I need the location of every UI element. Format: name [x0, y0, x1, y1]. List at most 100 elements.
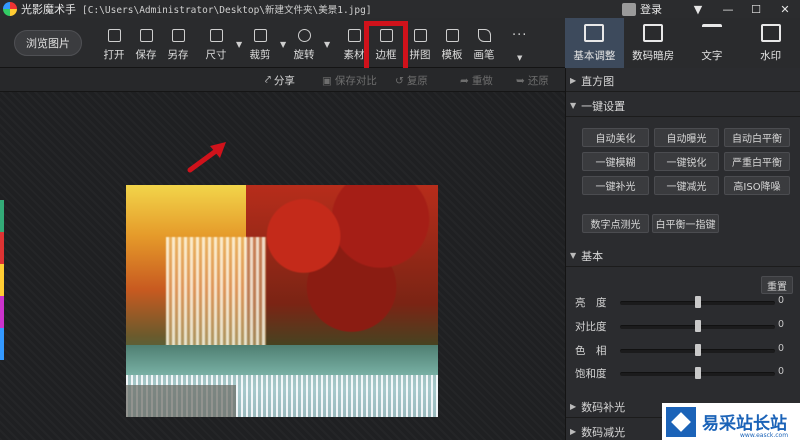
- darkroom-icon: [643, 24, 664, 42]
- photo-rocks: [126, 385, 236, 417]
- brush-icon: [477, 29, 491, 42]
- hue-value: 0: [778, 343, 785, 354]
- right-tabs: 基本调整 数码暗房 文字 水印: [565, 18, 800, 68]
- spot-metering-button[interactable]: 数字点测光: [582, 214, 649, 233]
- more-caret-icon: ▼: [517, 54, 523, 62]
- resize-button[interactable]: 尺寸: [200, 26, 232, 64]
- hue-slider-row: 色 相 0: [565, 340, 800, 360]
- histogram-label: 直方图: [581, 74, 615, 88]
- brush-button[interactable]: 画笔: [468, 26, 500, 64]
- browse-images-button[interactable]: 浏览图片: [14, 30, 82, 56]
- title-bar: 光影魔术手 [C:\Users\Administrator\Desktop\新建…: [0, 0, 800, 18]
- one-click-reduce-light-button[interactable]: 一键减光: [654, 176, 719, 195]
- restore-icon: ↺: [395, 74, 404, 87]
- menu-dropdown-button[interactable]: ▼: [683, 0, 713, 18]
- collage-button[interactable]: 拼图: [404, 26, 436, 64]
- brightness-thumb[interactable]: [694, 296, 701, 308]
- one-click-blur-button[interactable]: 一键模糊: [582, 152, 649, 171]
- severe-white-balance-button[interactable]: 严重白平衡: [724, 152, 790, 171]
- contrast-value: 0: [778, 319, 785, 330]
- auto-white-balance-button[interactable]: 自动白平衡: [724, 128, 790, 147]
- saturation-thumb[interactable]: [694, 367, 701, 379]
- collage-label: 拼图: [409, 49, 431, 61]
- watermark-text: 易采站长站: [702, 414, 787, 434]
- share-button[interactable]: ⤤ 分享: [265, 73, 295, 88]
- high-iso-denoise-button[interactable]: 高ISO降噪: [724, 176, 790, 195]
- expand-right-icon: ▶: [570, 402, 577, 411]
- minimize-button[interactable]: —: [713, 0, 743, 18]
- close-button[interactable]: ✕: [770, 0, 800, 18]
- open-icon: [107, 29, 121, 42]
- crop-dropdown-icon[interactable]: ▼: [280, 40, 286, 49]
- redo-label: 重做: [471, 75, 493, 87]
- template-button[interactable]: 模板: [436, 26, 468, 64]
- rotate-button[interactable]: 旋转: [288, 26, 320, 64]
- contrast-thumb[interactable]: [694, 320, 701, 332]
- redo-button[interactable]: ➦ 重做: [460, 73, 493, 88]
- crop-icon: [253, 29, 267, 42]
- save-as-label: 另存: [167, 49, 189, 61]
- one-click-sharpen-button[interactable]: 一键锐化: [654, 152, 719, 171]
- waterfall-photo[interactable]: [126, 185, 438, 417]
- saturation-slider-row: 饱和度 0: [565, 363, 800, 383]
- restore-button[interactable]: ↺ 复原: [395, 73, 428, 88]
- tab-digital-darkroom[interactable]: 数码暗房: [624, 18, 683, 68]
- expand-right-icon: ▶: [570, 427, 577, 436]
- basic-label: 基本: [581, 249, 604, 263]
- watermark-icon: [760, 24, 781, 42]
- resize-dropdown-icon[interactable]: ▼: [236, 40, 242, 49]
- compare-icon: ▣: [322, 74, 332, 87]
- save-button[interactable]: 保存: [130, 26, 162, 64]
- auto-beautify-button[interactable]: 自动美化: [582, 128, 649, 147]
- red-arrow-annotation-icon: [187, 142, 226, 173]
- one-click-section[interactable]: ▼ 一键设置: [566, 95, 800, 117]
- save-compare-label: 保存对比: [334, 75, 377, 87]
- saturation-label: 饱和度: [575, 368, 607, 380]
- adjust-panel: ▶ 直方图 ▼ 一键设置 ▼ 基本 ▶ 数码补光 ▶ 数码减光: [565, 68, 800, 440]
- one-click-label: 一键设置: [581, 99, 626, 113]
- save-compare-button[interactable]: ▣ 保存对比: [322, 73, 377, 88]
- hue-thumb[interactable]: [694, 344, 701, 356]
- brush-label: 画笔: [473, 49, 495, 61]
- resize-icon: [209, 29, 223, 42]
- text-icon: [701, 24, 722, 42]
- basic-section[interactable]: ▼ 基本: [566, 245, 800, 267]
- saturation-value: 0: [778, 366, 785, 377]
- tab-text[interactable]: 文字: [683, 18, 742, 68]
- watermark-url: www.easck.com: [740, 432, 789, 439]
- brightness-label: 亮 度: [575, 297, 607, 309]
- brightness-value: 0: [778, 295, 785, 306]
- restore-label: 复原: [406, 75, 428, 87]
- save-label: 保存: [135, 49, 157, 61]
- crop-label: 裁剪: [249, 49, 271, 61]
- open-button[interactable]: 打开: [98, 26, 130, 64]
- photo-trees: [246, 185, 438, 355]
- save-icon: [139, 29, 153, 42]
- save-as-button[interactable]: 另存: [162, 26, 194, 64]
- crop-button[interactable]: 裁剪: [244, 26, 276, 64]
- redo-icon: ➦: [460, 74, 469, 87]
- template-icon: [445, 29, 459, 42]
- login-button[interactable]: 登录: [622, 1, 662, 17]
- file-path: [C:\Users\Administrator\Desktop\新建文件夹\美景…: [82, 5, 372, 16]
- user-icon: [622, 2, 636, 16]
- collapse-down-icon: ▼: [570, 101, 577, 110]
- rotate-dropdown-icon[interactable]: ▼: [324, 40, 330, 49]
- adjust-icon: [584, 24, 605, 42]
- one-click-fill-light-button[interactable]: 一键补光: [582, 176, 649, 195]
- auto-exposure-button[interactable]: 自动曝光: [654, 128, 719, 147]
- tab-basic-adjust[interactable]: 基本调整: [565, 18, 624, 68]
- secondary-toolbar: ⤤ 分享 ▣ 保存对比 ↺ 复原 ➦ 重做 ➥ 还原: [0, 68, 565, 92]
- more-tools-button[interactable]: ···: [512, 28, 527, 43]
- maximize-button[interactable]: ☐: [741, 0, 771, 18]
- undo-button[interactable]: ➥ 还原: [516, 73, 549, 88]
- hue-label: 色 相: [575, 345, 607, 357]
- histogram-section[interactable]: ▶ 直方图: [566, 70, 800, 92]
- photo-pool: [126, 345, 438, 375]
- collapse-down-icon: ▼: [570, 251, 577, 260]
- tab-watermark[interactable]: 水印: [741, 18, 800, 68]
- digital-fill-light-label: 数码补光: [581, 400, 626, 414]
- brightness-slider-row: 亮 度 0: [565, 292, 800, 312]
- digital-reduce-light-label: 数码减光: [581, 425, 626, 439]
- white-balance-pick-button[interactable]: 白平衡一指键: [652, 214, 719, 233]
